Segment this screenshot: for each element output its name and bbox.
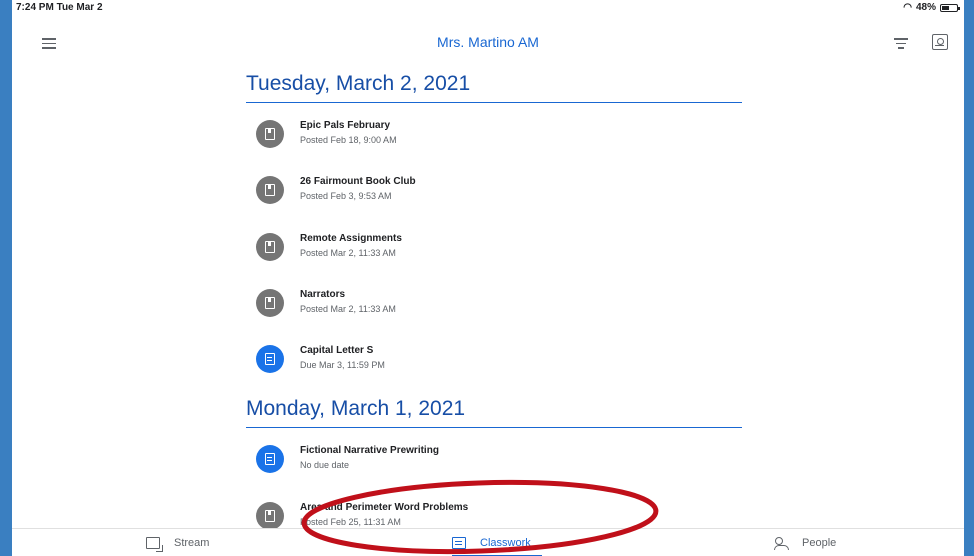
red-highlight-ellipse [301,479,659,555]
app-screen: 7:24 PM Tue Mar 2 ◠ 48% Mrs. Martino AM … [12,0,964,556]
